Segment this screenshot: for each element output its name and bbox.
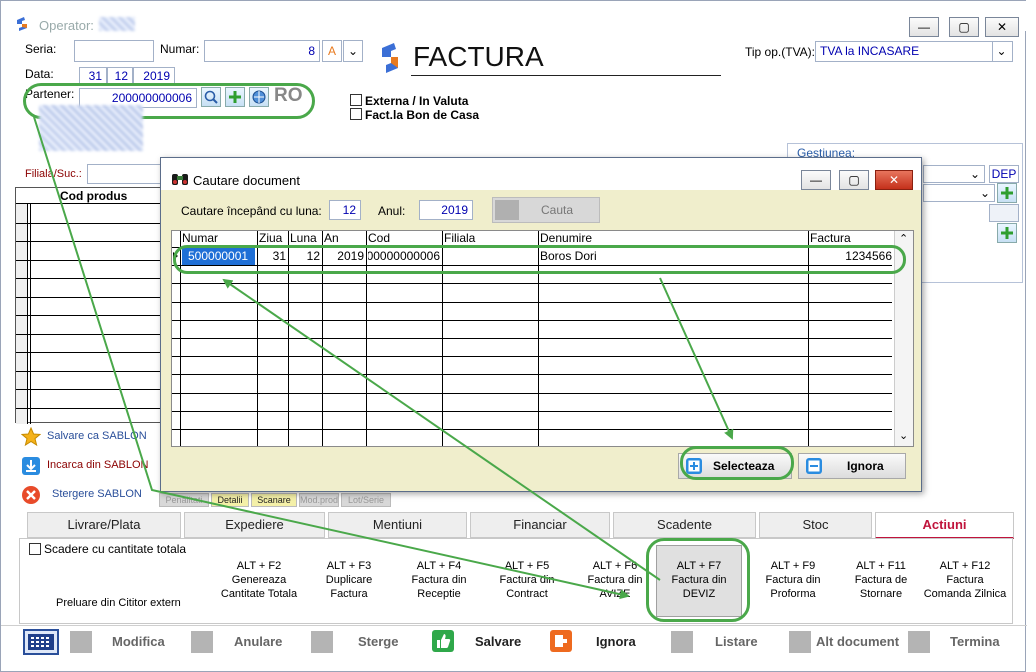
arrow-row-to-select	[659, 277, 734, 440]
page: Operator: — ▢ ✕ Seria: Numar: 8 A ⌄ Data…	[0, 0, 1036, 672]
arrow-partner-to-deviz	[33, 116, 630, 600]
annotation-arrows	[33, 116, 734, 600]
arrow-deviz-to-row	[222, 278, 661, 581]
